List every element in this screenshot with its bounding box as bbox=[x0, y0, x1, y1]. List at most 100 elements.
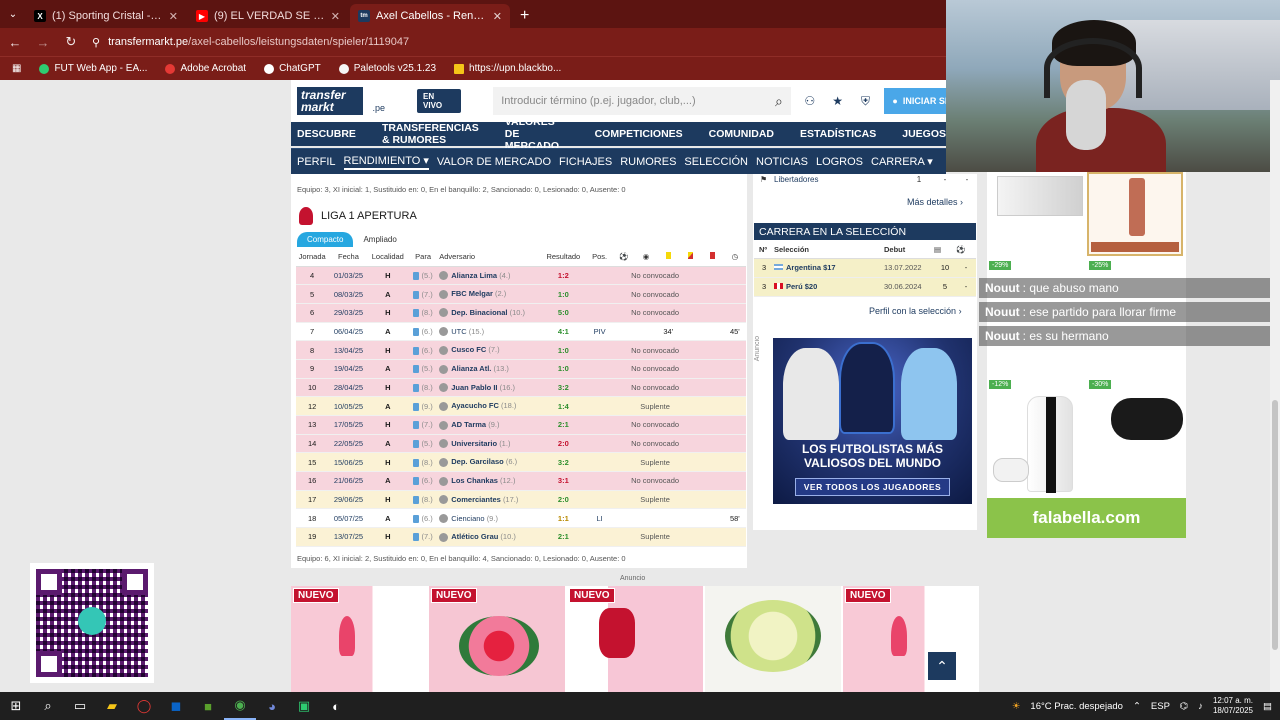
bookmark-fut[interactable]: FUT Web App - EA... bbox=[39, 63, 147, 74]
subnav-logros[interactable]: LOGROS bbox=[816, 156, 863, 168]
falabella-logo[interactable]: falabella.com bbox=[987, 498, 1186, 538]
national-profile-link[interactable]: Perfil con la selección › bbox=[869, 306, 962, 316]
col-resultado[interactable]: Resultado bbox=[540, 248, 587, 267]
table-row[interactable]: 8 13/04/25 H (6.) Cusco FC (7.) 1:0 No convoca… bbox=[296, 340, 746, 360]
subnav-valor[interactable]: VALOR DE MERCADO bbox=[437, 156, 551, 168]
close-icon[interactable]: ✕ bbox=[493, 10, 502, 23]
ad-item[interactable]: NUEVO bbox=[567, 586, 703, 692]
bookmark-icon[interactable]: ★ bbox=[829, 92, 847, 110]
red-card-icon[interactable] bbox=[701, 248, 724, 267]
obs-icon[interactable]: ◐ bbox=[320, 692, 352, 720]
table-row[interactable]: 7 06/04/25 A (6.) UTC (15.) 4:1 PIV 34' 45' bbox=[296, 322, 746, 342]
bookmark-acrobat[interactable]: Adobe Acrobat bbox=[165, 63, 246, 74]
players-ad-banner[interactable]: LOS FUTBOLISTAS MÁS VALIOSOS DEL MUNDO VE… bbox=[773, 338, 972, 504]
task-view-icon[interactable]: ▭ bbox=[64, 692, 96, 720]
page-scrollbar[interactable] bbox=[1270, 80, 1280, 692]
windows-start-icon[interactable]: ⊞ bbox=[0, 692, 32, 720]
ad-item[interactable]: NUEVO bbox=[843, 586, 979, 692]
discord-icon[interactable]: ◕ bbox=[256, 692, 288, 720]
second-yellow-icon[interactable] bbox=[679, 248, 702, 267]
file-explorer-icon[interactable]: ▰ bbox=[96, 692, 128, 720]
user-settings-icon[interactable]: ⚇ bbox=[801, 92, 819, 110]
nav-comunidad[interactable]: COMUNIDAD bbox=[709, 128, 774, 140]
close-icon[interactable]: ✕ bbox=[169, 10, 178, 23]
scrollbar-thumb[interactable] bbox=[1272, 400, 1278, 650]
table-row[interactable]: 12 10/05/25 A (9.) Ayacucho FC (18.) 1:4 Suple… bbox=[296, 396, 746, 416]
flowers-ad[interactable]: NUEVO NUEVO NUEVO NUEVO bbox=[291, 586, 979, 692]
table-row[interactable]: 16 21/06/25 A (6.) Los Chankas (12.) 3:1 No co… bbox=[296, 471, 746, 491]
tab-compacto[interactable]: Compacto bbox=[297, 232, 354, 247]
shield-icon[interactable]: ⛨ bbox=[857, 92, 875, 110]
reload-icon[interactable]: ↻ bbox=[64, 34, 78, 50]
chrome-icon[interactable]: ◉ bbox=[224, 692, 256, 720]
language-indicator[interactable]: ESP bbox=[1151, 701, 1170, 712]
yellow-card-icon[interactable] bbox=[657, 248, 680, 267]
bookmark-paletools[interactable]: Paletools v25.1.23 bbox=[338, 63, 436, 74]
table-row[interactable]: 3 Argentina $17 13.07.2022 10 - bbox=[754, 258, 976, 278]
country-selector[interactable]: .pe bbox=[373, 103, 386, 113]
subnav-carrera[interactable]: CARRERA ▾ bbox=[871, 155, 933, 168]
competition-name[interactable]: Libertadores bbox=[774, 175, 906, 184]
minecraft-icon[interactable]: ■ bbox=[192, 692, 224, 720]
table-row[interactable]: 17 29/06/25 H (8.) Comerciantes (17.) 2:0 Supl… bbox=[296, 490, 746, 510]
assists-col-icon[interactable]: ◉ bbox=[634, 248, 658, 267]
view-all-players-button[interactable]: VER TODOS LOS JUGADORES bbox=[795, 478, 950, 496]
opera-icon[interactable]: ◯ bbox=[128, 692, 160, 720]
new-tab-button[interactable]: + bbox=[512, 4, 537, 28]
table-row[interactable]: 15 15/06/25 H (8.) Dep. Garcilaso (6.) 3:2 Sup… bbox=[296, 452, 746, 473]
network-icon[interactable]: ⌬ bbox=[1180, 701, 1188, 712]
browser-tab-3[interactable]: tm Axel Cabellos - Rendimiento 20 ✕ bbox=[350, 4, 510, 28]
back-icon[interactable]: ← bbox=[8, 35, 22, 50]
url-field[interactable]: ⚲ transfermarkt.pe/axel-cabellos/leistun… bbox=[92, 31, 946, 53]
col-para[interactable]: Para bbox=[406, 248, 440, 267]
search-icon[interactable]: ⌕ bbox=[775, 93, 783, 110]
transfermarkt-logo[interactable]: transfer markt bbox=[297, 87, 363, 115]
tab-search-icon[interactable]: ⌄ bbox=[0, 0, 26, 28]
table-row[interactable]: 18 05/07/25 A (6.) Cienciano (9.) 1:1 LI 58' bbox=[296, 508, 746, 529]
forward-icon[interactable]: → bbox=[36, 35, 50, 50]
app-icon[interactable]: ▣ bbox=[288, 692, 320, 720]
bookmark-upn[interactable]: https://upn.blackbo... bbox=[454, 63, 561, 74]
col-fecha[interactable]: Fecha bbox=[328, 248, 369, 267]
table-row[interactable]: 19 13/07/25 H (7.) Atlético Grau (10.) 2:1 Sup… bbox=[296, 527, 746, 547]
weather-text[interactable]: 16°C Prac. despejado bbox=[1030, 701, 1123, 712]
table-row[interactable]: 10 28/04/25 H (8.) Juan Pablo II (16.) 3:2 No … bbox=[296, 378, 746, 398]
subnav-seleccion[interactable]: SELECCIÓN bbox=[684, 156, 748, 168]
col-adversario[interactable]: Adversario bbox=[439, 248, 541, 267]
more-details-link[interactable]: Más detalles › bbox=[907, 197, 963, 207]
browser-tab-1[interactable]: X (1) Sporting Cristal - Search / X ✕ bbox=[26, 4, 186, 28]
outlook-icon[interactable]: ◼ bbox=[160, 692, 192, 720]
live-button[interactable]: EN VIVO bbox=[417, 89, 462, 113]
subnav-rendimiento[interactable]: RENDIMIENTO ▾ bbox=[343, 154, 429, 170]
table-row[interactable]: 5 08/03/25 A (7.) FBC Melgar (2.) 1:0 No convo… bbox=[296, 284, 746, 304]
nav-juegos[interactable]: JUEGOS bbox=[902, 128, 946, 140]
product-ad[interactable]: -29% -25% -12% -30% bbox=[987, 172, 1186, 538]
subnav-noticias[interactable]: NOTICIAS bbox=[756, 156, 808, 168]
clock[interactable]: 12:07 a. m. 18/07/2025 bbox=[1213, 696, 1253, 716]
weather-icon[interactable]: ☀ bbox=[1012, 701, 1021, 712]
col-posicion[interactable]: Pos. bbox=[586, 248, 613, 267]
site-info-icon[interactable]: ⚲ bbox=[92, 36, 100, 49]
subnav-rumores[interactable]: RUMORES bbox=[620, 156, 676, 168]
browser-tab-2[interactable]: ▶ (9) EL VERDAD SE FLOREÓ EN C ✕ bbox=[188, 4, 348, 28]
volume-icon[interactable]: ♪ bbox=[1198, 701, 1203, 712]
tab-ampliado[interactable]: Ampliado bbox=[353, 232, 406, 247]
table-row[interactable]: 14 22/05/25 A (5.) Universitario (1.) 2:0 No c… bbox=[296, 434, 746, 454]
ad-item[interactable]: NUEVO bbox=[291, 586, 427, 692]
bookmark-chatgpt[interactable]: ChatGPT bbox=[264, 63, 321, 74]
subnav-fichajes[interactable]: FICHAJES bbox=[559, 156, 612, 168]
table-row[interactable]: 3 Perú $20 30.06.2024 5 - bbox=[754, 277, 976, 297]
nav-descubre[interactable]: DESCUBRE bbox=[297, 128, 356, 140]
table-row[interactable]: 6 29/03/25 H (8.) Dep. Binacional (10.) 5:0 No… bbox=[296, 303, 746, 323]
search-icon[interactable]: ⌕ bbox=[32, 692, 64, 720]
table-row[interactable]: 9 19/04/25 A (5.) Alianza Atl. (13.) 1:0 No co… bbox=[296, 359, 746, 379]
chevron-up-icon[interactable]: ⌃ bbox=[1133, 701, 1141, 712]
nav-valores[interactable]: VALORES DE MERCADO bbox=[505, 116, 569, 152]
apps-icon[interactable]: ▦ bbox=[12, 63, 21, 74]
notification-icon[interactable]: ▤ bbox=[1263, 701, 1272, 712]
table-row[interactable]: 4 01/03/25 H (5.) Alianza Lima (4.) 1:2 No con… bbox=[296, 266, 746, 286]
ad-item[interactable] bbox=[705, 586, 841, 692]
goals-col-icon[interactable]: ⚽ bbox=[612, 248, 635, 267]
table-row[interactable]: 13 17/05/25 H (7.) AD Tarma (9.) 2:1 No convoc… bbox=[296, 415, 746, 435]
nav-competiciones[interactable]: COMPETICIONES bbox=[595, 128, 683, 140]
